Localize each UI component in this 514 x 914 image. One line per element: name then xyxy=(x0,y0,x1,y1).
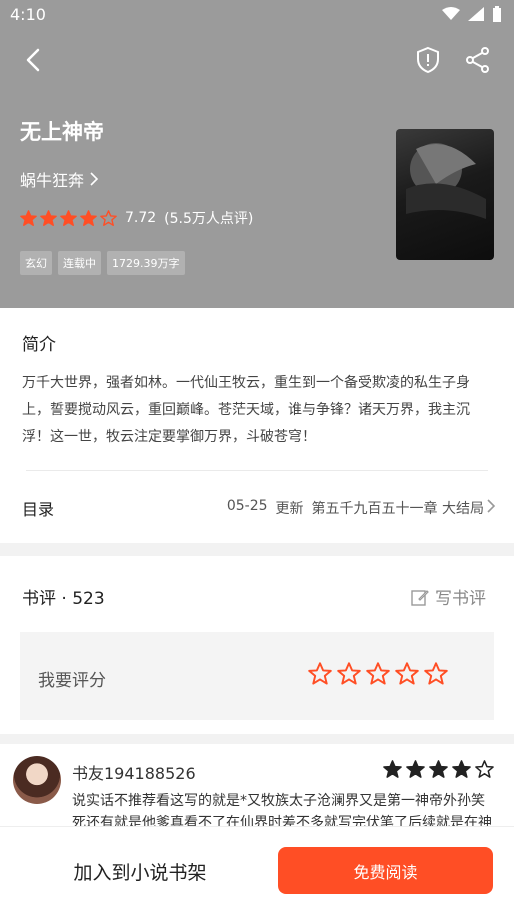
star-icon xyxy=(308,662,332,685)
back-arrow-icon[interactable] xyxy=(20,46,48,74)
star-icon xyxy=(475,760,494,778)
rating-row: 7.72 (5.5万人点评) xyxy=(20,208,253,228)
tag-status: 连载中 xyxy=(58,251,101,275)
book-header: 4:10 无上神帝 蜗牛狂奔 7.72 (5.5万人点评) 玄幻 连载中 172… xyxy=(0,0,514,308)
status-bar: 4:10 xyxy=(0,0,514,28)
star-icon xyxy=(406,760,425,778)
divider xyxy=(26,470,488,471)
toc-update: 更新 xyxy=(275,501,304,517)
star-icon xyxy=(20,209,37,226)
status-icons xyxy=(442,5,502,23)
reviews-section: 书评 · 523 写书评 我要评分 书友194188526 说实话不推荐看这写的… xyxy=(0,556,514,838)
star-icon xyxy=(80,209,97,226)
rating-score: 7.72 xyxy=(125,210,157,226)
star-icon xyxy=(383,760,402,778)
cover-art xyxy=(406,143,486,219)
star-icon xyxy=(395,662,419,685)
tag-list: 玄幻 连载中 1729.39万字 xyxy=(20,251,185,275)
toc-date: 05-25 xyxy=(226,498,268,514)
star-icon xyxy=(337,662,361,685)
star-icon xyxy=(424,662,448,685)
read-free-button[interactable]: 免费阅读 xyxy=(278,847,493,894)
signal-icon xyxy=(468,7,484,21)
battery-icon xyxy=(493,6,501,22)
add-to-shelf-button[interactable]: 加入到小说书架 xyxy=(20,847,260,895)
edit-icon xyxy=(411,589,429,606)
book-title: 无上神帝 xyxy=(20,120,104,144)
write-review-label: 写书评 xyxy=(435,589,486,609)
top-bar xyxy=(0,40,514,80)
rating-count: (5.5万人点评) xyxy=(164,211,254,227)
toc-latest-chapter: 第五千九百五十一章 大结局 xyxy=(311,501,484,517)
author-name: 蜗牛狂奔 xyxy=(20,171,85,190)
toc-row[interactable]: 目录 05-25 更新 第五千九百五十一章 大结局 xyxy=(0,478,514,536)
review-item[interactable]: 书友194188526 说实话不推荐看这写的就是*又牧族太子沧澜界又是第一神帝外… xyxy=(0,734,514,838)
toc-label: 目录 xyxy=(22,500,55,519)
star-icon xyxy=(366,662,390,685)
toc-update-info: 05-25 更新 第五千九百五十一章 大结局 xyxy=(227,498,484,518)
book-cover[interactable] xyxy=(396,129,494,260)
intro-heading: 简介 xyxy=(22,335,56,355)
author-link[interactable]: 蜗牛狂奔 xyxy=(20,167,99,191)
rate-box: 我要评分 xyxy=(20,632,494,720)
share-icon[interactable] xyxy=(464,46,492,74)
rate-stars[interactable] xyxy=(308,662,448,686)
reviews-heading: 书评 · 523 xyxy=(22,589,105,609)
star-icon xyxy=(452,760,471,778)
tag-word-count: 1729.39万字 xyxy=(107,251,185,275)
review-username: 书友194188526 xyxy=(72,764,196,783)
intro-text: 万千大世界，强者如林。一代仙王牧云，重生到一个备受欺凌的私生子身上，誓要搅动风云… xyxy=(22,375,470,445)
avatar xyxy=(13,756,61,804)
write-review-button[interactable]: 写书评 xyxy=(411,584,486,609)
intro-card: 简介 万千大世界，强者如林。一代仙王牧云，重生到一个备受欺凌的私生子身上，誓要搅… xyxy=(0,308,514,543)
star-icon xyxy=(60,209,77,226)
review-stars xyxy=(383,760,494,779)
wifi-icon xyxy=(442,7,460,20)
tag-genre[interactable]: 玄幻 xyxy=(20,251,52,275)
star-icon xyxy=(429,760,448,778)
rating-stars xyxy=(20,209,117,227)
rate-label: 我要评分 xyxy=(38,671,106,691)
chevron-right-icon xyxy=(487,499,496,513)
star-icon xyxy=(100,209,117,226)
chevron-right-icon xyxy=(90,172,99,186)
status-time: 4:10 xyxy=(10,5,46,24)
star-icon xyxy=(40,209,57,226)
report-shield-icon[interactable] xyxy=(414,46,442,74)
bottom-bar: 加入到小说书架 免费阅读 xyxy=(0,826,514,914)
